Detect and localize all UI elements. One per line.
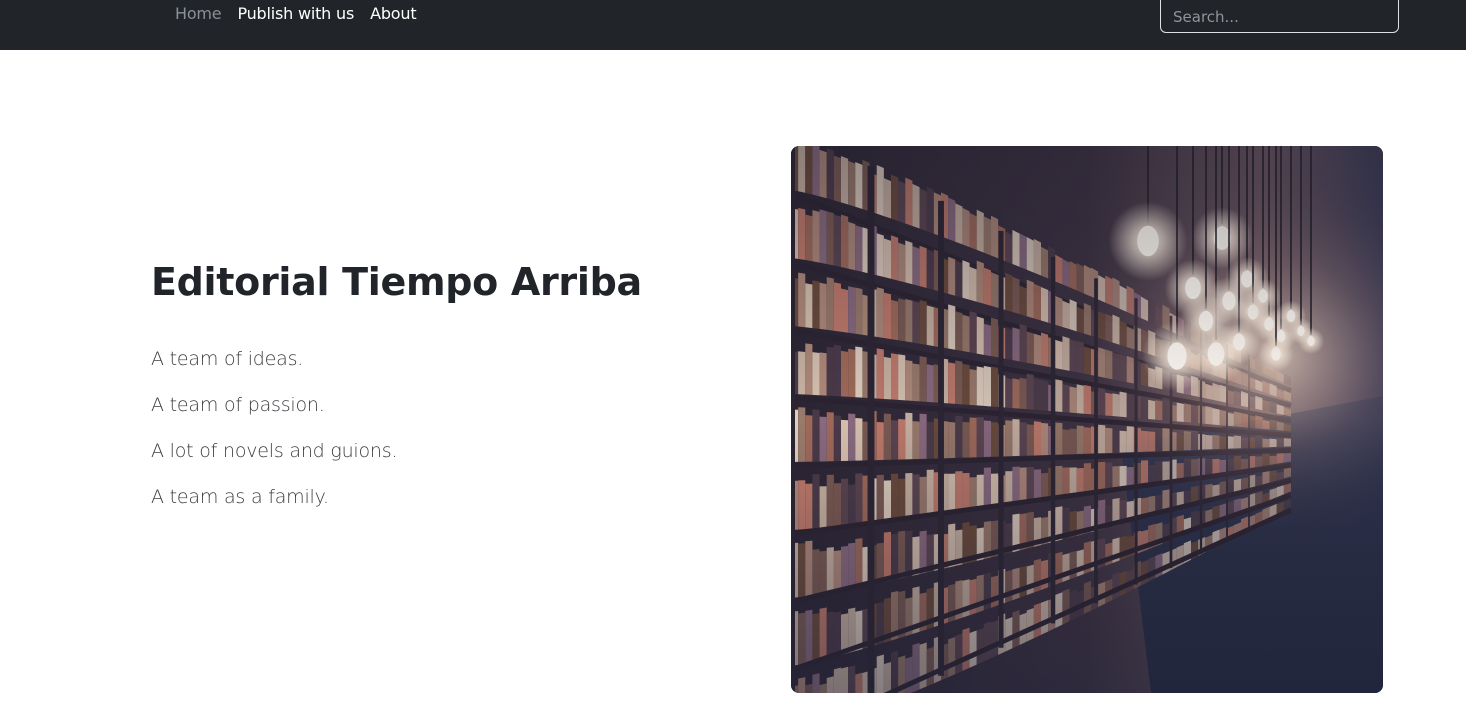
nav-link-home[interactable]: Home [175,4,222,24]
tagline-item: A team as a family. [151,486,329,508]
nav-link-about[interactable]: About [370,4,417,24]
page-title: Editorial Tiempo Arriba [151,260,642,304]
top-navbar: Home Publish with us About [0,0,1466,50]
tagline-item: A lot of novels and guions. [151,440,398,462]
library-photo [791,146,1383,693]
tagline-item: A team of ideas. [151,348,304,370]
library-illustration [791,146,1383,693]
nav-link-publish[interactable]: Publish with us [237,4,354,24]
nav-links: Home Publish with us About [175,4,417,24]
tagline-item: A team of passion. [151,394,325,416]
tagline-list: A team of ideas. A team of passion. A lo… [151,347,398,531]
search-input[interactable] [1160,0,1399,33]
